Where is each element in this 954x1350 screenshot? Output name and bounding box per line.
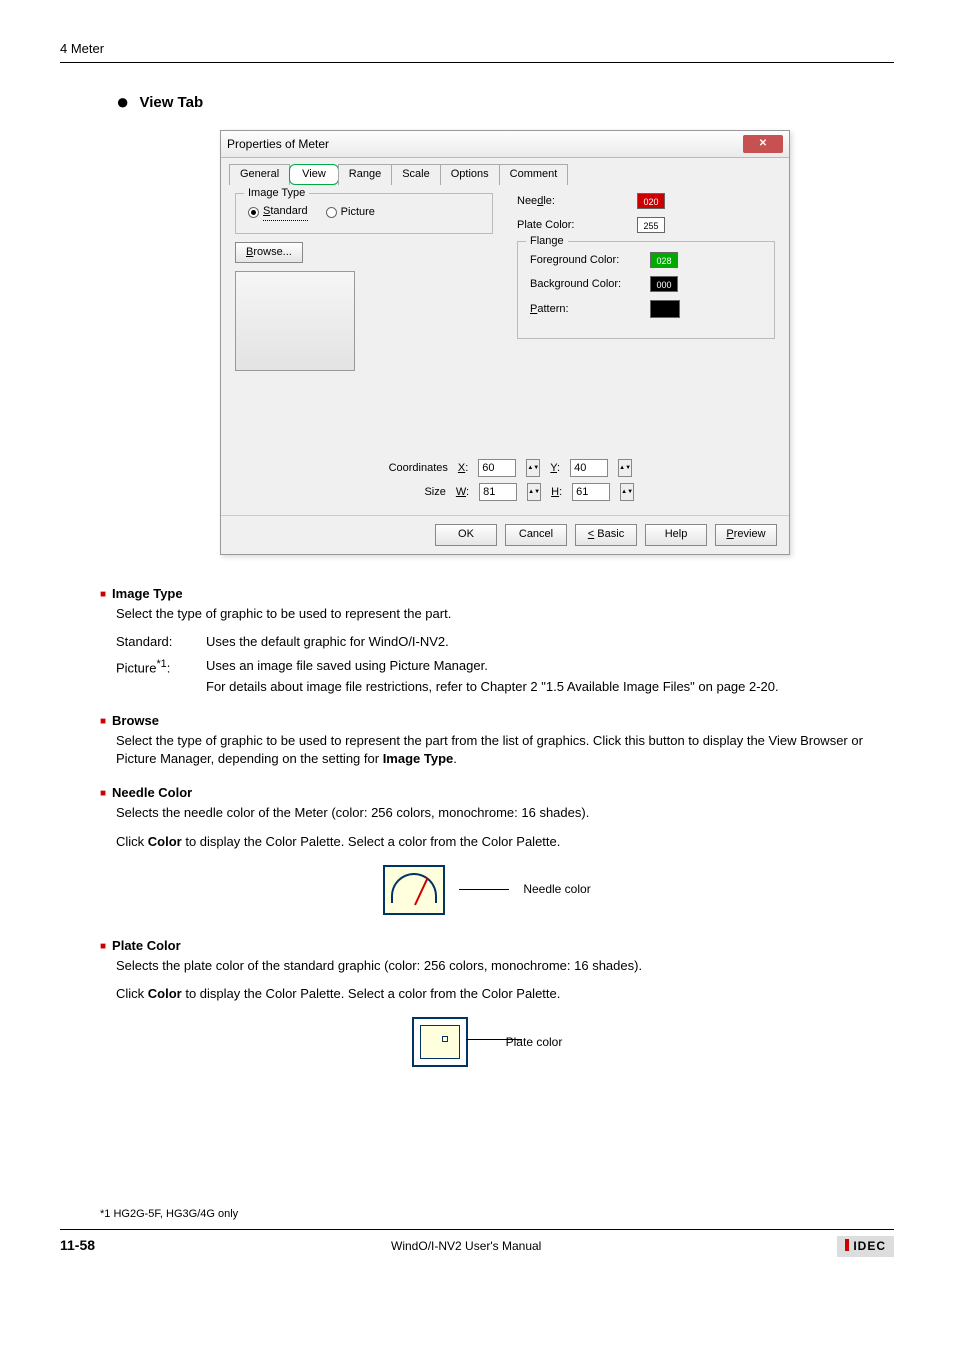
w-spinner[interactable]: ▲▼ bbox=[527, 483, 541, 501]
def-picture-desc: Uses an image file saved using Picture M… bbox=[206, 657, 874, 695]
image-type-group: Image Type Standard Picture bbox=[235, 193, 493, 233]
fg-color-label: Foreground Color: bbox=[530, 253, 640, 268]
plate-figure: Plate color bbox=[412, 1017, 563, 1067]
image-type-legend: Image Type bbox=[244, 186, 309, 201]
page-footer: 11-58 WindO/I-NV2 User's Manual IDEC bbox=[60, 1229, 894, 1263]
flange-group: Flange Foreground Color: 028 Background … bbox=[517, 241, 775, 339]
coordinates-label: Coordinates bbox=[378, 461, 448, 476]
dialog-footer: OK Cancel < Basic Help Preview bbox=[221, 515, 789, 553]
h-label: H: bbox=[551, 485, 562, 500]
plate-fig-label: Plate color bbox=[506, 1034, 563, 1051]
radio-standard[interactable]: Standard bbox=[248, 204, 308, 220]
browse-heading: ■Browse bbox=[100, 712, 874, 730]
cancel-button[interactable]: Cancel bbox=[505, 524, 567, 545]
properties-dialog: Properties of Meter ✕ General View Range… bbox=[220, 130, 790, 555]
radio-picture[interactable]: Picture bbox=[326, 205, 375, 220]
view-tab-heading: ● View Tab bbox=[116, 87, 894, 118]
needle-figure: Needle color bbox=[383, 865, 590, 915]
brand-badge: IDEC bbox=[837, 1236, 894, 1257]
plate-color-l1: Selects the plate color of the standard … bbox=[116, 957, 874, 975]
needle-color-chip[interactable]: 020 bbox=[637, 193, 665, 209]
x-label: X: bbox=[458, 461, 468, 476]
plate-color-label: Plate Color: bbox=[517, 218, 627, 233]
page-number: 11-58 bbox=[60, 1236, 95, 1256]
dialog-title: Properties of Meter bbox=[227, 136, 329, 153]
preview-button[interactable]: Preview bbox=[715, 524, 777, 545]
needle-fig-label: Needle color bbox=[523, 881, 590, 898]
preview-box bbox=[235, 271, 355, 371]
y-input[interactable]: 40 bbox=[570, 459, 608, 477]
footer-center: WindO/I-NV2 User's Manual bbox=[391, 1238, 541, 1255]
browse-button[interactable]: Browse... bbox=[235, 242, 303, 263]
tab-comment[interactable]: Comment bbox=[499, 164, 569, 185]
needle-color-l1: Selects the needle color of the Meter (c… bbox=[116, 804, 874, 822]
y-label: Y: bbox=[550, 461, 560, 476]
basic-button[interactable]: < Basic bbox=[575, 524, 637, 545]
browse-desc: Select the type of graphic to be used to… bbox=[116, 732, 874, 768]
def-picture-term: Picture*1: bbox=[116, 657, 206, 695]
flange-legend: Flange bbox=[526, 234, 568, 249]
def-standard-term: Standard: bbox=[116, 633, 206, 651]
fg-color-chip[interactable]: 028 bbox=[650, 252, 678, 268]
close-button[interactable]: ✕ bbox=[743, 135, 783, 153]
footnote: *1 HG2G-5F, HG3G/4G only bbox=[100, 1207, 894, 1222]
image-type-desc: Select the type of graphic to be used to… bbox=[116, 605, 874, 623]
tab-options[interactable]: Options bbox=[440, 164, 500, 185]
pattern-label: Pattern: bbox=[530, 302, 640, 317]
bullet-icon: ● bbox=[116, 89, 129, 114]
dialog-titlebar: Properties of Meter ✕ bbox=[221, 131, 789, 158]
plate-color-chip[interactable]: 255 bbox=[637, 217, 665, 233]
needle-label: Needle: bbox=[517, 194, 627, 209]
header-rule bbox=[60, 62, 894, 63]
x-spinner[interactable]: ▲▼ bbox=[526, 459, 540, 477]
help-button[interactable]: Help bbox=[645, 524, 707, 545]
h-input[interactable]: 61 bbox=[572, 483, 610, 501]
needle-color-heading: ■Needle Color bbox=[100, 784, 874, 802]
h-spinner[interactable]: ▲▼ bbox=[620, 483, 634, 501]
bg-color-label: Background Color: bbox=[530, 277, 640, 292]
dialog-tabs: General View Range Scale Options Comment bbox=[221, 158, 789, 185]
tab-general[interactable]: General bbox=[229, 164, 290, 185]
tab-scale[interactable]: Scale bbox=[391, 164, 441, 185]
bg-color-chip[interactable]: 000 bbox=[650, 276, 678, 292]
needle-color-l2: Click Color to display the Color Palette… bbox=[116, 833, 874, 851]
def-standard-desc: Uses the default graphic for WindO/I-NV2… bbox=[206, 633, 874, 651]
plate-color-heading: ■Plate Color bbox=[100, 937, 874, 955]
tab-range[interactable]: Range bbox=[338, 164, 392, 185]
w-input[interactable]: 81 bbox=[479, 483, 517, 501]
plate-color-l2: Click Color to display the Color Palette… bbox=[116, 985, 874, 1003]
size-label: Size bbox=[376, 485, 446, 500]
chapter-header: 4 Meter bbox=[60, 40, 894, 58]
x-input[interactable]: 60 bbox=[478, 459, 516, 477]
pattern-chip[interactable] bbox=[650, 300, 680, 318]
y-spinner[interactable]: ▲▼ bbox=[618, 459, 632, 477]
ok-button[interactable]: OK bbox=[435, 524, 497, 545]
w-label: W: bbox=[456, 485, 469, 500]
tab-view[interactable]: View bbox=[289, 164, 339, 185]
image-type-heading: ■Image Type bbox=[100, 585, 874, 603]
